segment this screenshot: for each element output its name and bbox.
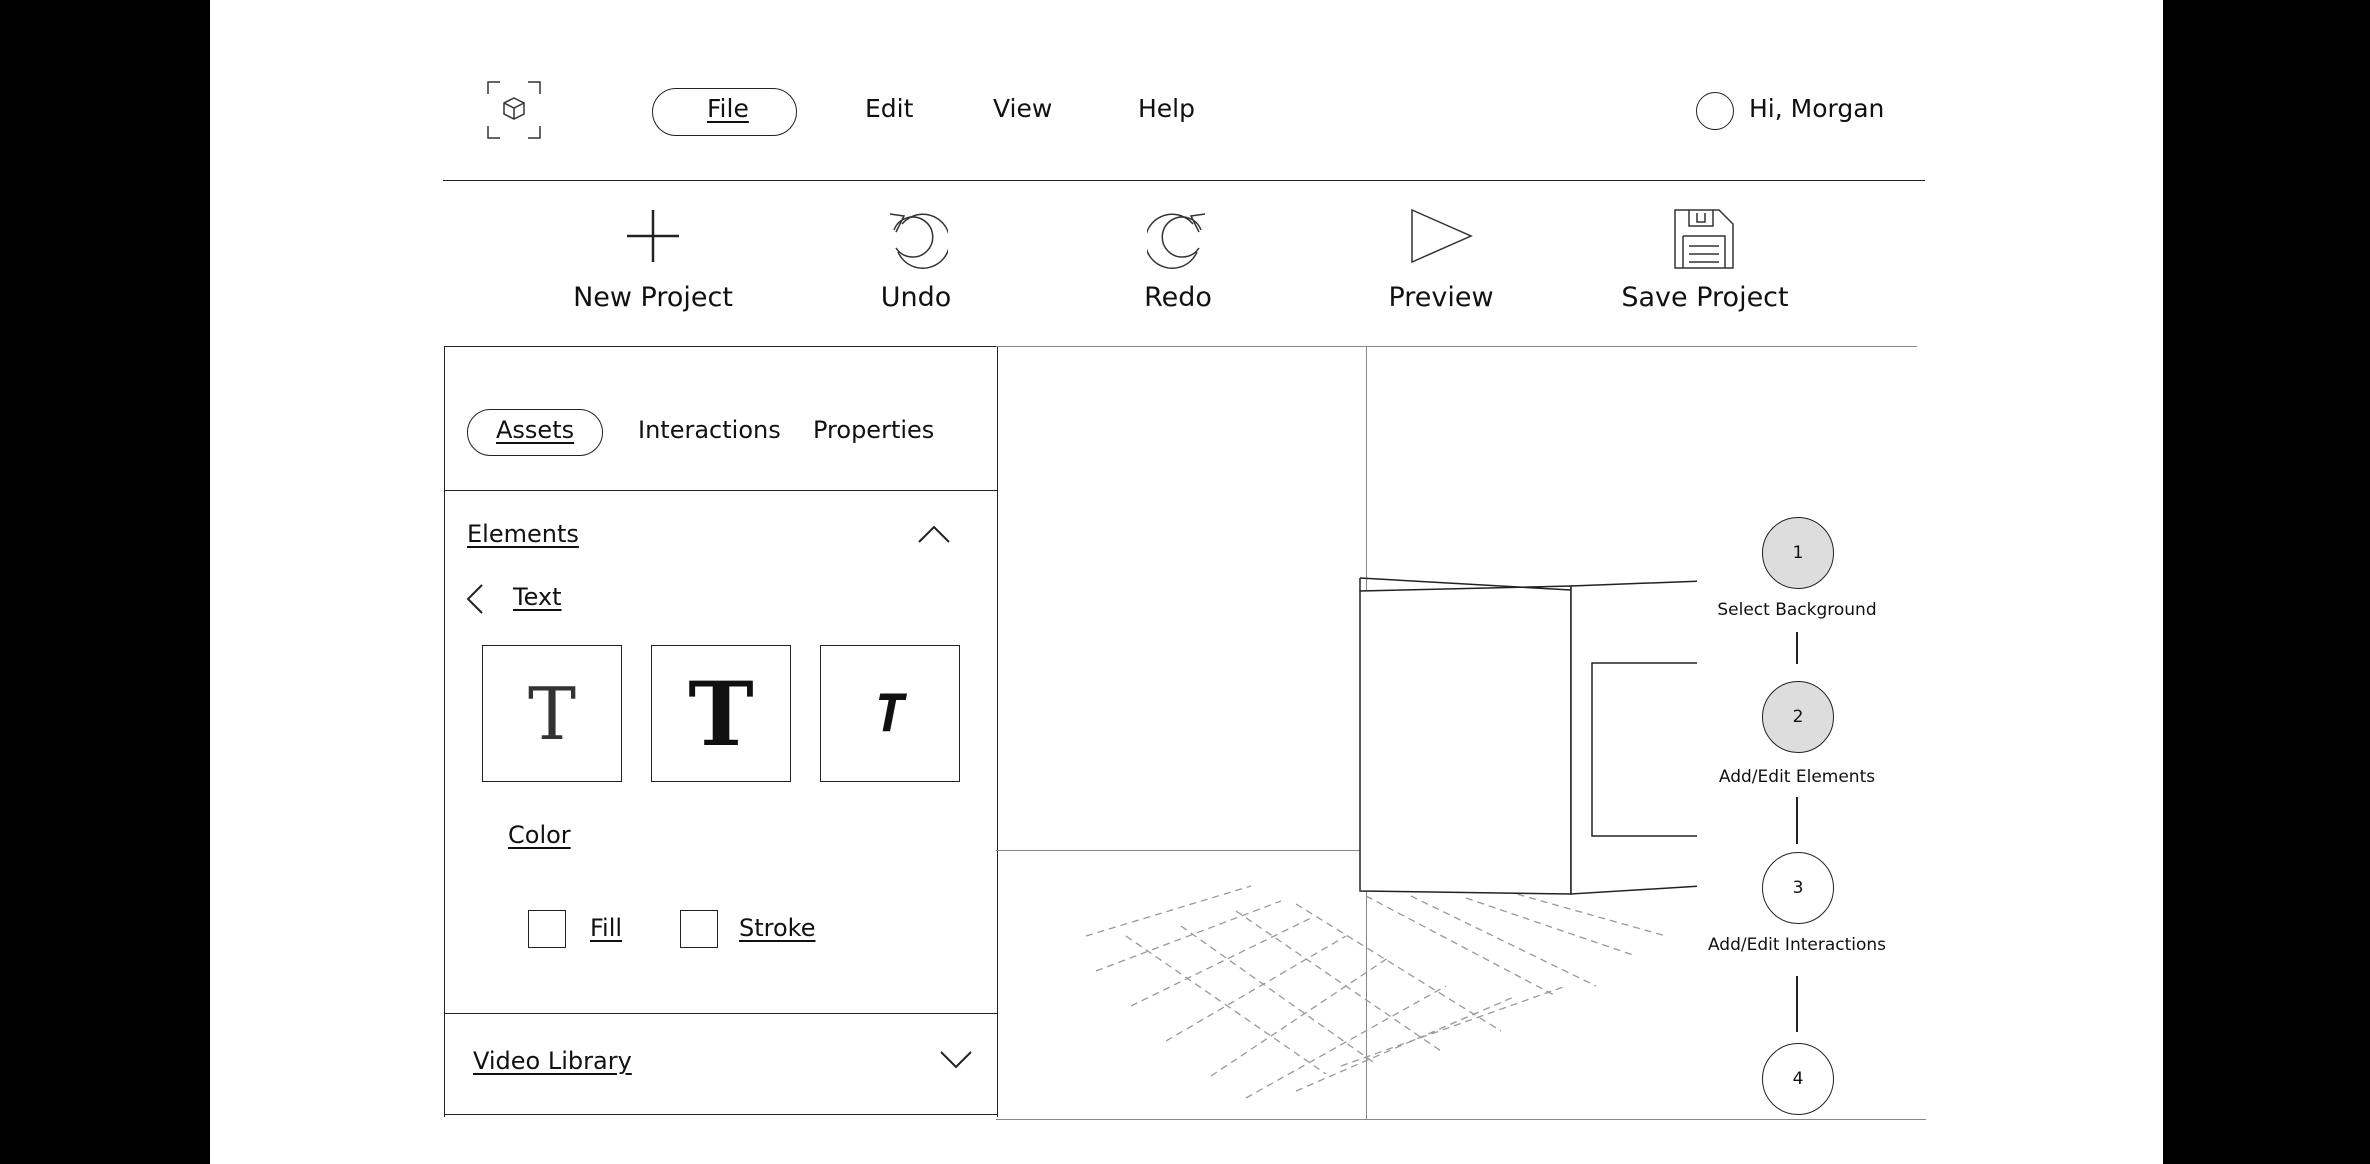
plus-icon bbox=[627, 210, 679, 262]
save-project-button[interactable] bbox=[1673, 208, 1735, 270]
new-project-button[interactable] bbox=[623, 206, 683, 266]
text-style-bold-glyph: T bbox=[688, 661, 754, 766]
undo-icon bbox=[889, 213, 951, 269]
logo[interactable] bbox=[486, 80, 542, 140]
text-style-bold[interactable]: T bbox=[651, 645, 791, 782]
text-style-thin-glyph: T bbox=[527, 671, 577, 756]
video-divider-bottom bbox=[444, 1114, 997, 1115]
new-project-label[interactable]: New Project bbox=[523, 282, 783, 313]
fill-label[interactable]: Fill bbox=[590, 914, 622, 942]
text-style-italic-glyph: T bbox=[874, 683, 906, 744]
menu-edit[interactable]: Edit bbox=[865, 94, 913, 123]
user-avatar[interactable] bbox=[1696, 92, 1734, 130]
menu-file-label[interactable]: File bbox=[707, 94, 749, 123]
menu-view[interactable]: View bbox=[993, 94, 1052, 123]
undo-button[interactable] bbox=[884, 206, 951, 270]
cube-icon bbox=[487, 81, 541, 139]
user-greeting[interactable]: Hi, Morgan bbox=[1749, 94, 1884, 123]
tab-assets-label[interactable]: Assets bbox=[496, 416, 574, 444]
color-label[interactable]: Color bbox=[508, 821, 571, 849]
tabs-divider bbox=[444, 490, 997, 491]
expand-video-library-button[interactable] bbox=[938, 1048, 974, 1072]
app-window: File Edit View Help Hi, Morgan New Proje… bbox=[210, 0, 2163, 1164]
step-connector bbox=[1796, 632, 1798, 664]
step-2-label: Add/Edit Elements bbox=[1718, 767, 1876, 787]
chevron-down-icon bbox=[940, 1051, 972, 1069]
stroke-label[interactable]: Stroke bbox=[739, 914, 815, 942]
play-icon bbox=[1411, 208, 1473, 264]
preview-label[interactable]: Preview bbox=[1311, 282, 1571, 313]
back-button[interactable] bbox=[464, 582, 486, 616]
text-style-thin[interactable]: T bbox=[482, 645, 622, 782]
chevron-up-icon bbox=[918, 525, 950, 543]
floppy-disk-icon bbox=[1674, 209, 1734, 269]
undo-label[interactable]: Undo bbox=[786, 282, 1046, 313]
step-3-label: Add/Edit Interactions bbox=[1707, 935, 1887, 955]
tab-properties[interactable]: Properties bbox=[813, 416, 934, 444]
step-4-circle[interactable]: 4 bbox=[1762, 1043, 1834, 1115]
menu-divider bbox=[443, 180, 1925, 181]
step-3-circle[interactable]: 3 bbox=[1762, 852, 1834, 924]
chevron-left-icon bbox=[466, 584, 483, 614]
video-divider-top bbox=[444, 1013, 997, 1014]
redo-icon bbox=[1144, 213, 1206, 269]
redo-button[interactable] bbox=[1144, 206, 1211, 270]
elements-header[interactable]: Elements bbox=[467, 520, 579, 548]
fill-checkbox[interactable] bbox=[528, 910, 566, 948]
step-1-circle[interactable]: 1 bbox=[1762, 517, 1834, 589]
progress-stepper-bg bbox=[1697, 500, 1927, 1118]
step-2-circle[interactable]: 2 bbox=[1762, 681, 1834, 753]
step-connector bbox=[1796, 797, 1798, 844]
menu-help[interactable]: Help bbox=[1138, 94, 1195, 123]
text-section-label[interactable]: Text bbox=[513, 583, 562, 611]
text-style-italic[interactable]: T bbox=[820, 645, 960, 782]
video-library-header[interactable]: Video Library bbox=[473, 1047, 632, 1075]
save-project-label[interactable]: Save Project bbox=[1575, 282, 1835, 313]
step-connector bbox=[1796, 976, 1798, 1032]
tab-interactions[interactable]: Interactions bbox=[638, 416, 781, 444]
collapse-elements-button[interactable] bbox=[916, 522, 952, 546]
step-1-label: Select Background bbox=[1717, 600, 1877, 620]
stroke-checkbox[interactable] bbox=[680, 910, 718, 948]
preview-button[interactable] bbox=[1409, 206, 1475, 266]
redo-label[interactable]: Redo bbox=[1048, 282, 1308, 313]
